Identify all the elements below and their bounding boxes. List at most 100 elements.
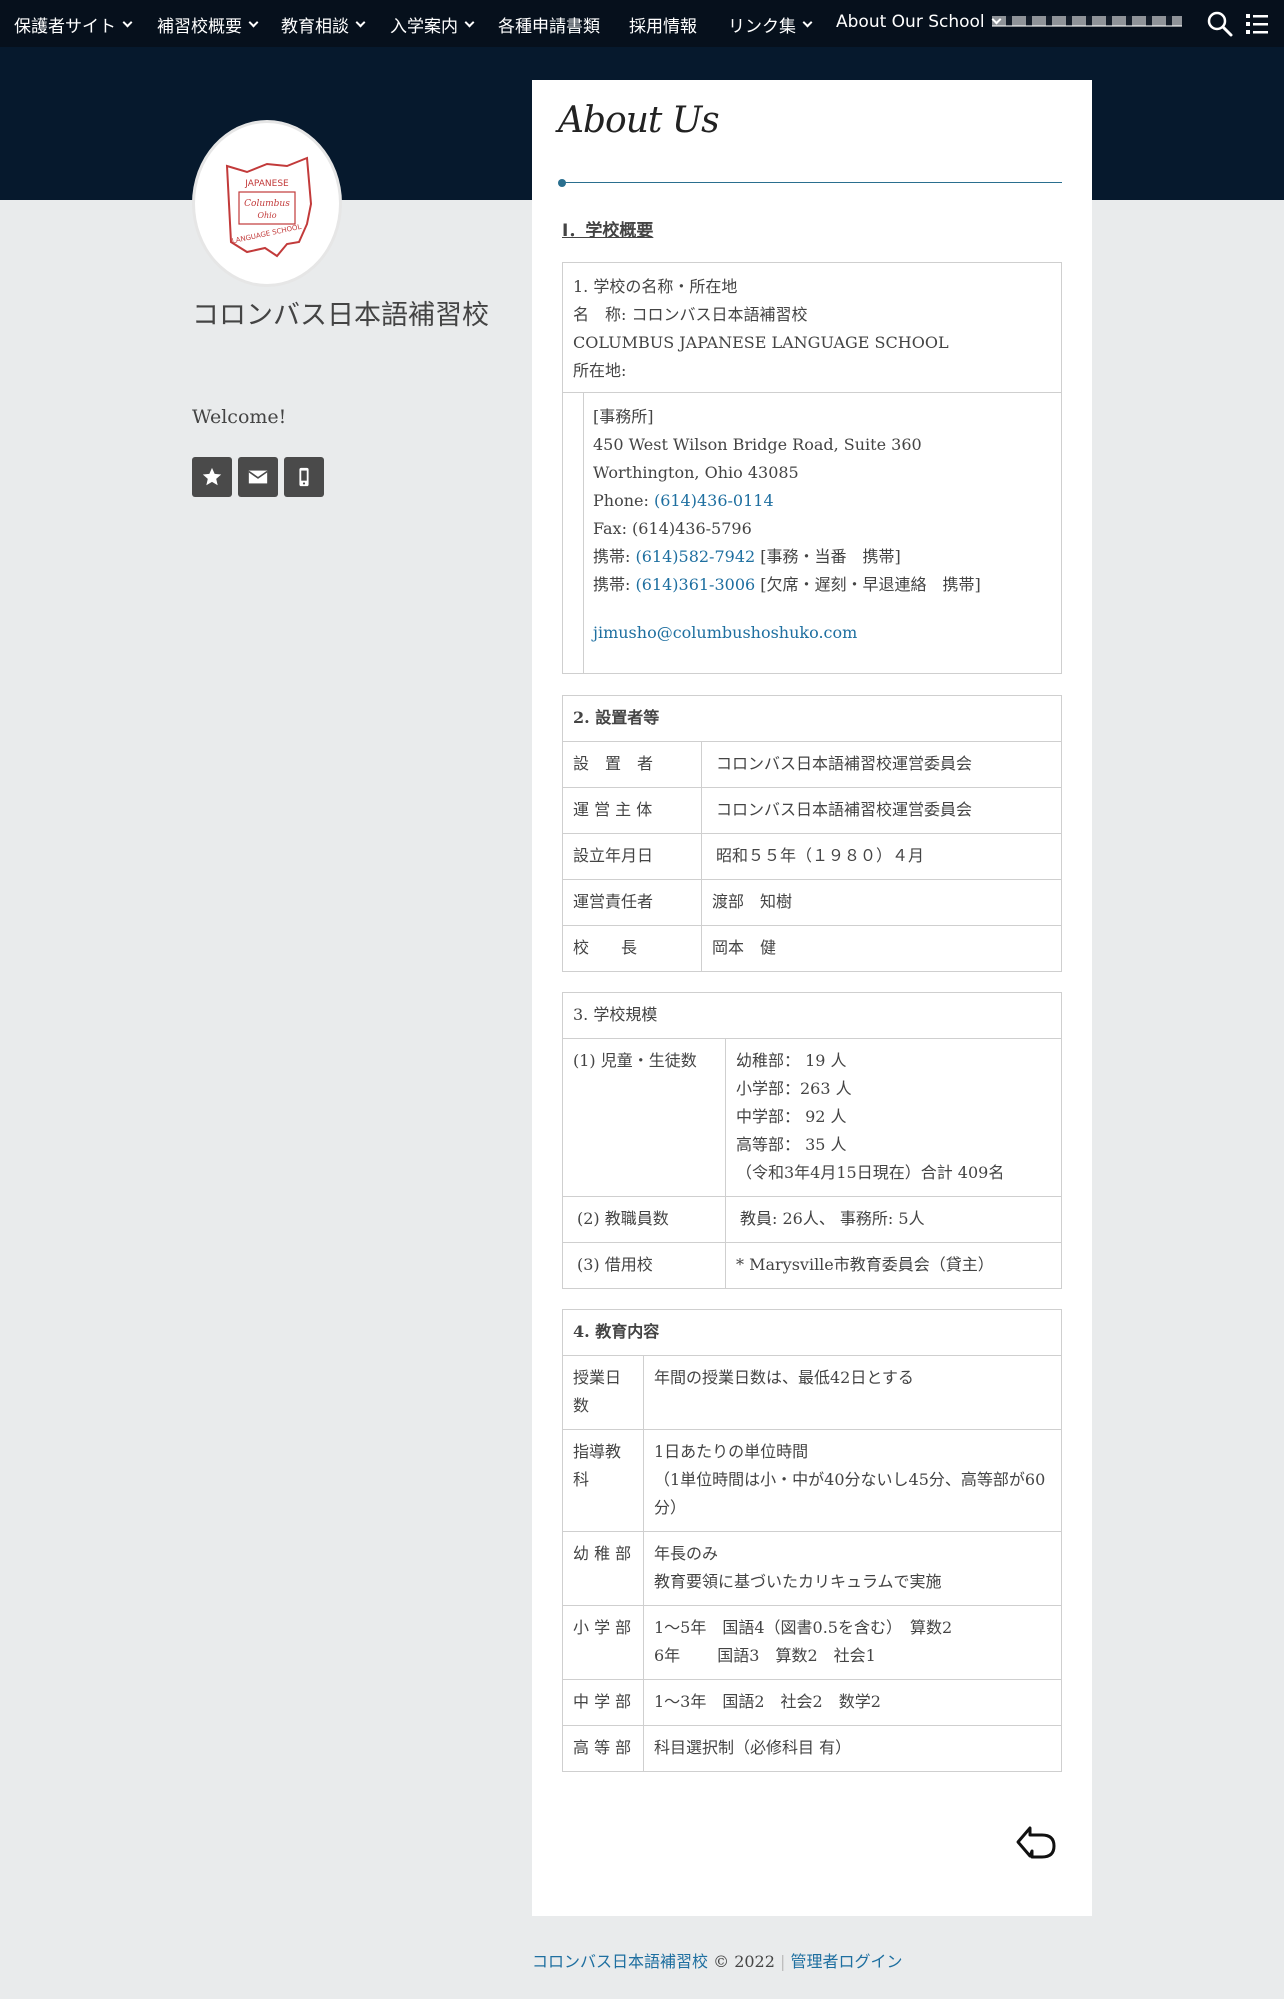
logo-text-top: JAPANESE	[244, 179, 289, 189]
ohio-logo-icon: JAPANESE Columbus Ohio LANGUAGE SCHOOL	[225, 156, 313, 257]
phone-label: Phone:	[593, 491, 654, 510]
divider	[583, 393, 584, 673]
count-high-school: 高等部： 35 人	[736, 1135, 847, 1154]
education-value: 1～3年 国語2 社会2 数学2	[643, 1679, 1062, 1726]
mobile-label: 携帯:	[593, 547, 636, 566]
education-key: 中 学 部	[562, 1679, 644, 1726]
nav-item-application-forms[interactable]: 各種申請書類	[498, 12, 600, 37]
chevron-down-icon	[248, 17, 259, 27]
nav-item-label: 教育相談	[281, 17, 349, 37]
count-kindergarten: 幼稚部： 19 人	[736, 1051, 847, 1070]
office-label: [事務所]	[593, 407, 654, 426]
mobile-line-2: 携帯: (614)361-3006 [欠席・遅刻・早退連絡 携帯]	[593, 571, 981, 599]
education-key: 高 等 部	[562, 1725, 644, 1772]
chevron-down-icon	[464, 17, 475, 27]
founder-table: 2. 設置者等 設 置 者コロンバス日本語補習校運営委員会 運 営 主 体コロン…	[562, 695, 1062, 972]
count-junior-high: 中学部： 92 人	[736, 1107, 847, 1126]
nav-item-label: 保護者サイト	[14, 17, 116, 37]
education-value-line: 1日あたりの単位時間	[654, 1442, 809, 1461]
search-icon[interactable]	[1206, 10, 1234, 38]
logo-text-script1: Columbus	[244, 199, 290, 209]
education-key: 授業日数	[562, 1355, 644, 1430]
email-link[interactable]: jimusho@columbushoshuko.com	[593, 619, 981, 647]
nav-item-label: 入学案内	[390, 17, 458, 37]
star-icon[interactable]	[192, 457, 232, 497]
title-divider-dot	[558, 179, 566, 187]
education-value: 年長のみ教育要領に基づいたカリキュラムで実施	[643, 1531, 1062, 1606]
mail-icon[interactable]	[238, 457, 278, 497]
logo-text-bottom: LANGUAGE SCHOOL	[231, 222, 302, 245]
nav-item-school-overview[interactable]: 補習校概要	[157, 12, 259, 37]
address-line-1: 450 West Wilson Bridge Road, Suite 360	[593, 435, 922, 454]
nav-item-links[interactable]: リンク集	[728, 12, 813, 37]
title-divider	[560, 182, 1062, 183]
section-heading: Ⅰ．学校概要	[562, 221, 654, 241]
education-value: 科目選択制（必修科目 有）	[643, 1725, 1062, 1772]
address-line-2: Worthington, Ohio 43085	[593, 463, 799, 482]
footer-copyright: © 2022	[708, 1952, 780, 1971]
founder-value: コロンバス日本語補習校運営委員会	[701, 741, 1062, 788]
founder-value: 昭和５５年（１９８０）４月	[701, 833, 1062, 880]
mobile-icon[interactable]	[284, 457, 324, 497]
phone-line: Phone: (614)436-0114	[593, 487, 981, 515]
education-value: 1～5年 国語4（図書0.5を含む） 算数2 6年 国語3 算数2 社会1	[643, 1605, 1062, 1680]
return-arrow-icon[interactable]	[1014, 1820, 1058, 1864]
nav-item-label: 補習校概要	[157, 17, 242, 37]
logo-text-script2: Ohio	[257, 211, 276, 220]
founder-table-header: 2. 設置者等	[562, 695, 1062, 742]
s1-line-heading: 1. 学校の名称・所在地	[573, 277, 738, 296]
footer-site-link[interactable]: コロンバス日本語補習校	[532, 1952, 708, 1971]
education-content-header: 4. 教育内容	[562, 1309, 1062, 1356]
nav-item-label: 各種申請書類	[498, 17, 600, 37]
education-key: 幼 稚 部	[562, 1531, 644, 1606]
founder-key: 設立年月日	[562, 833, 702, 880]
nav-item-admissions[interactable]: 入学案内	[390, 12, 475, 37]
borrowed-school-label: (3) 借用校	[562, 1242, 726, 1289]
mobile-note-1: [事務・当番 携帯]	[755, 547, 901, 566]
founder-key: 運営責任者	[562, 879, 702, 926]
founder-key: 校 長	[562, 925, 702, 972]
fax-line: Fax: (614)436-5796	[593, 519, 752, 538]
office-block: [事務所] 450 West Wilson Bridge Road, Suite…	[593, 403, 981, 647]
site-title[interactable]: コロンバス日本語補習校	[192, 292, 492, 340]
menu-icon[interactable]	[1244, 10, 1272, 38]
nav-item-education-consultation[interactable]: 教育相談	[281, 12, 366, 37]
nav-item-recruitment[interactable]: 採用情報	[629, 12, 697, 37]
education-value-line: 科目選択制（必修科目 有）	[654, 1738, 852, 1757]
education-value-line: 年間の授業日数は、最低42日とする	[654, 1368, 914, 1387]
founder-value: 岡本 健	[701, 925, 1062, 972]
borrowed-school-value: * Marysville市教育委員会（貸主）	[725, 1242, 1062, 1289]
top-navigation: 保護者サイト 補習校概要 教育相談 入学案内 各種申請書類 採用情報 リンク集 …	[0, 0, 1284, 47]
admin-login-link[interactable]: 管理者ログイン	[790, 1952, 902, 1971]
education-value: 年間の授業日数は、最低42日とする	[643, 1355, 1062, 1430]
mobile-link-2[interactable]: (614)361-3006	[635, 575, 755, 594]
nav-item-parents-site[interactable]: 保護者サイト	[14, 12, 133, 37]
welcome-text: Welcome!	[192, 406, 287, 428]
education-value-line: 教育要領に基づいたカリキュラムで実施	[654, 1572, 942, 1591]
education-value-line: 6年 国語3 算数2 社会1	[654, 1646, 876, 1665]
phone-link[interactable]: (614)436-0114	[654, 491, 774, 510]
nav-item-label: 採用情報	[629, 17, 697, 37]
founder-value: コロンバス日本語補習校運営委員会	[701, 787, 1062, 834]
education-value-line: 1～3年 国語2 社会2 数学2	[654, 1692, 881, 1711]
education-value-line: 年長のみ	[654, 1544, 719, 1563]
s1-line-english-name: COLUMBUS JAPANESE LANGUAGE SCHOOL	[573, 333, 949, 352]
education-key: 指導教科	[562, 1429, 644, 1532]
education-value: 1日あたりの単位時間 （1単位時間は小・中が40分ないし45分、高等部が60分）	[643, 1429, 1062, 1532]
mobile-label: 携帯:	[593, 575, 636, 594]
chevron-down-icon	[122, 17, 133, 27]
school-logo[interactable]: JAPANESE Columbus Ohio LANGUAGE SCHOOL	[192, 120, 342, 287]
chevron-down-icon	[802, 17, 813, 27]
divider	[563, 392, 1061, 393]
s1-line-name: 名 称: コロンバス日本語補習校	[573, 305, 808, 324]
nav-item-about-our-school[interactable]: About Our School	[836, 12, 1002, 32]
education-key: 小 学 部	[562, 1605, 644, 1680]
mobile-link-1[interactable]: (614)582-7942	[635, 547, 755, 566]
education-content-table: 4. 教育内容 授業日数 年間の授業日数は、最低42日とする 指導教科 1日あたりの…	[562, 1309, 1062, 1772]
page-title: About Us	[558, 100, 720, 141]
social-links	[192, 457, 324, 497]
education-value-line: 1～5年 国語4（図書0.5を含む） 算数2	[654, 1618, 953, 1637]
school-name-block: 1. 学校の名称・所在地 名 称: コロンバス日本語補習校 COLUMBUS J…	[573, 273, 949, 385]
nav-overflow-underline	[992, 25, 1182, 27]
